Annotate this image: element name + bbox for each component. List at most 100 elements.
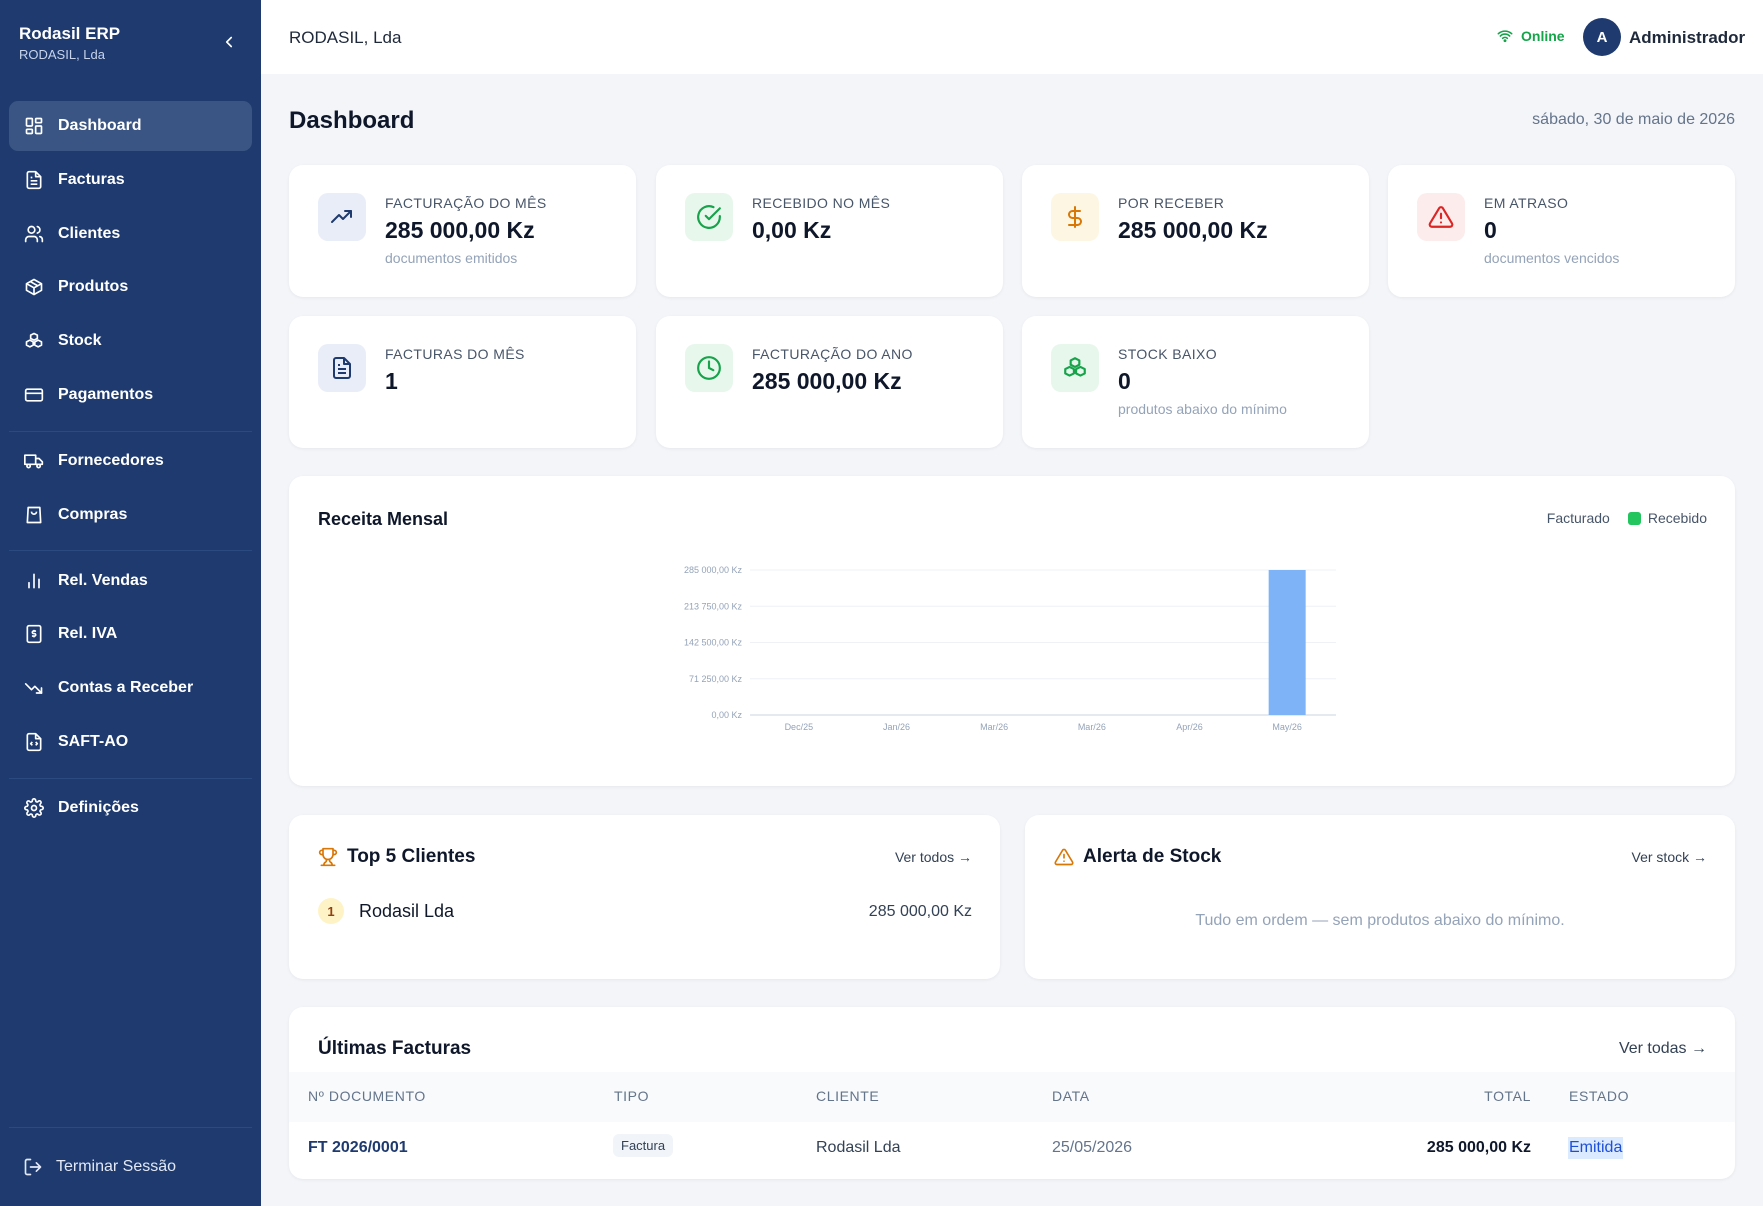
top-bar: RODASIL, Lda Online A Administrador xyxy=(261,0,1763,74)
ver-todas-facturas-link[interactable]: Ver todas → xyxy=(1619,1040,1707,1058)
brand-subtitle: RODASIL, Lda xyxy=(19,47,105,62)
sidebar-item-label: Rel. IVA xyxy=(58,625,118,642)
table-header: Nº DOCUMENTO TIPO CLIENTE DATA TOTAL EST… xyxy=(289,1072,1735,1122)
chevron-left-icon xyxy=(225,36,233,48)
credit-card-icon xyxy=(23,384,45,406)
invoice-client: Rodasil Lda xyxy=(816,1139,901,1156)
sidebar-item-compras[interactable]: Compras xyxy=(9,490,252,540)
stat-card-por-receber[interactable]: POR RECEBER 285 000,00 Kz xyxy=(1022,165,1369,297)
sidebar-item-label: Stock xyxy=(58,332,102,349)
status-label: Online xyxy=(1521,28,1565,44)
sidebar-item-label: Definições xyxy=(58,799,139,816)
sidebar-item-label: Contas a Receber xyxy=(58,679,194,696)
y-tick-label: 71 250,00 Kz xyxy=(689,674,743,684)
dashboard-icon xyxy=(23,115,45,137)
column-header-data[interactable]: DATA xyxy=(1052,1088,1090,1104)
sidebar-item-stock[interactable]: Stock xyxy=(9,316,252,366)
collapse-sidebar-button[interactable] xyxy=(220,33,238,51)
stat-subtext: documentos emitidos xyxy=(385,250,518,266)
stat-card-facturacao-ano[interactable]: FACTURAÇÃO DO ANO 285 000,00 Kz xyxy=(656,316,1003,448)
stat-value: 285 000,00 Kz xyxy=(1118,217,1268,243)
bar-chart-icon xyxy=(23,570,45,592)
nav-divider xyxy=(9,550,252,551)
ver-todos-clientes-link[interactable]: Ver todos → xyxy=(895,849,972,865)
sidebar-item-rel-iva[interactable]: Rel. IVA xyxy=(9,609,252,659)
y-tick-label: 285 000,00 Kz xyxy=(684,565,743,575)
receipt-icon xyxy=(23,623,45,645)
ver-stock-link[interactable]: Ver stock → xyxy=(1632,849,1707,865)
avatar[interactable]: A xyxy=(1583,18,1621,56)
stat-label: FACTURAS DO MÊS xyxy=(385,346,525,362)
check-circle-icon xyxy=(685,193,733,241)
sidebar-item-pagamentos[interactable]: Pagamentos xyxy=(9,370,252,420)
column-header-documento[interactable]: Nº DOCUMENTO xyxy=(308,1088,426,1104)
x-tick-label: Jan/26 xyxy=(883,722,910,732)
stat-label: FACTURAÇÃO DO MÊS xyxy=(385,195,547,211)
chart-bar xyxy=(1268,570,1306,715)
invoice-number[interactable]: FT 2026/0001 xyxy=(308,1139,408,1157)
trending-down-icon xyxy=(23,677,45,699)
trophy-icon xyxy=(318,847,338,867)
invoice-type-badge: Factura xyxy=(613,1134,674,1157)
current-date: sábado, 30 de maio de 2026 xyxy=(1532,111,1735,128)
sidebar-item-rel-vendas[interactable]: Rel. Vendas xyxy=(9,556,252,606)
brand: Rodasil ERP RODASIL, Lda xyxy=(19,24,120,62)
brand-title: Rodasil ERP xyxy=(19,24,121,43)
status-badge: Emitida xyxy=(1568,1137,1624,1159)
sidebar-item-fornecedores[interactable]: Fornecedores xyxy=(9,436,252,486)
stat-card-facturacao-mes[interactable]: FACTURAÇÃO DO MÊS 285 000,00 Kz document… xyxy=(289,165,636,297)
sidebar-item-contas-a-receber[interactable]: Contas a Receber xyxy=(9,663,252,713)
stat-subtext: produtos abaixo do mínimo xyxy=(1118,401,1287,417)
column-header-estado[interactable]: ESTADO xyxy=(1569,1088,1629,1104)
sidebar-item-label: Clientes xyxy=(58,225,121,242)
stat-value: 0 xyxy=(1484,217,1497,243)
latest-invoices-title: Últimas Facturas xyxy=(318,1038,472,1059)
nav-divider xyxy=(9,431,252,432)
column-header-total[interactable]: TOTAL xyxy=(1484,1088,1531,1104)
sidebar-item-label: Dashboard xyxy=(58,117,142,134)
box-icon xyxy=(23,276,45,298)
stat-label: STOCK BAIXO xyxy=(1118,346,1218,362)
invoice-date: 25/05/2026 xyxy=(1052,1139,1133,1156)
sidebar-item-produtos[interactable]: Produtos xyxy=(9,262,252,312)
invoice-total: 285 000,00 Kz xyxy=(1426,1139,1531,1156)
x-tick-label: May/26 xyxy=(1272,722,1302,732)
y-tick-label: 142 500,00 Kz xyxy=(684,638,743,648)
top-clients-title: Top 5 Clientes xyxy=(318,846,475,868)
boxes-icon xyxy=(23,330,45,352)
dollar-icon xyxy=(1051,193,1099,241)
file-code-icon xyxy=(23,731,45,753)
stat-label: FACTURAÇÃO DO ANO xyxy=(752,346,913,362)
sidebar-item-saft-ao[interactable]: SAFT-AO xyxy=(9,717,252,767)
column-header-tipo[interactable]: TIPO xyxy=(614,1088,649,1104)
stat-card-em-atraso[interactable]: EM ATRASO 0 documentos vencidos xyxy=(1388,165,1735,297)
column-header-cliente[interactable]: CLIENTE xyxy=(816,1088,879,1104)
truck-icon xyxy=(23,450,45,472)
stat-value: 285 000,00 Kz xyxy=(752,368,902,394)
client-rank: 1 xyxy=(318,898,344,924)
alert-triangle-icon xyxy=(1417,193,1465,241)
sidebar-item-clientes[interactable]: Clientes xyxy=(9,209,252,259)
sidebar-item-facturas[interactable]: Facturas xyxy=(9,155,252,205)
sidebar-item-dashboard[interactable]: Dashboard xyxy=(9,101,252,151)
stat-value: 0 xyxy=(1118,368,1131,394)
logout-button[interactable]: Terminar Sessão xyxy=(23,1157,176,1177)
sidebar-item-definicoes[interactable]: Definições xyxy=(9,783,252,833)
top-clients-label: Top 5 Clientes xyxy=(347,846,476,867)
user-name[interactable]: Administrador xyxy=(1629,28,1745,48)
sidebar: Rodasil ERP RODASIL, Lda Dashboard Factu… xyxy=(0,0,261,1206)
settings-icon xyxy=(23,797,45,819)
stat-card-facturas-mes[interactable]: FACTURAS DO MÊS 1 xyxy=(289,316,636,448)
stock-alert-message: Tudo em ordem — sem produtos abaixo do m… xyxy=(1195,912,1565,929)
stat-card-stock-baixo[interactable]: STOCK BAIXO 0 produtos abaixo do mínimo xyxy=(1022,316,1369,448)
receita-mensal-card: Receita Mensal Facturado Recebido 0,00 K… xyxy=(289,476,1735,786)
sidebar-item-label: Rel. Vendas xyxy=(58,572,148,589)
stat-card-recebido-mes[interactable]: RECEBIDO NO MÊS 0,00 Kz xyxy=(656,165,1003,297)
logout-icon xyxy=(24,1158,42,1176)
stat-label: EM ATRASO xyxy=(1484,195,1569,211)
nav-divider xyxy=(9,1127,252,1128)
boxes-icon xyxy=(1051,344,1099,392)
trending-up-icon xyxy=(318,193,366,241)
alert-triangle-icon xyxy=(1054,848,1074,866)
client-name[interactable]: Rodasil Lda xyxy=(359,901,454,922)
